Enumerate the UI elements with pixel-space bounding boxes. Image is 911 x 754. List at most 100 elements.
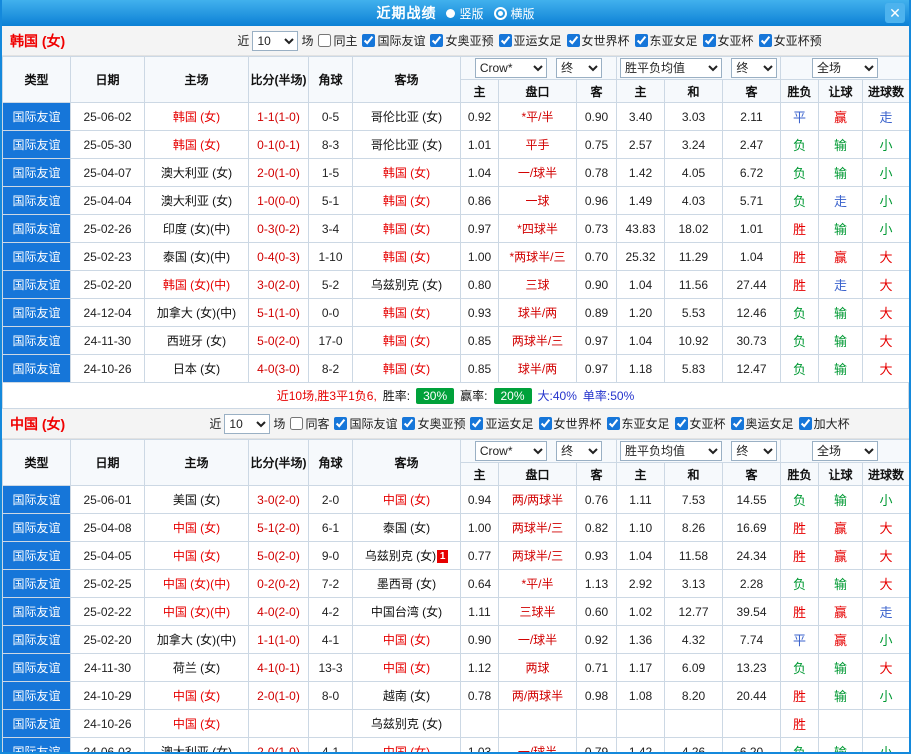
league-checkbox[interactable] xyxy=(538,417,552,430)
match-type-link[interactable]: 国际友谊 xyxy=(2,298,71,327)
league-checkbox[interactable] xyxy=(634,34,648,47)
league-label: 女亚杯预 xyxy=(773,34,822,48)
avg-odds-draw: 4.05 xyxy=(664,158,723,187)
match-type-link[interactable]: 国际友谊 xyxy=(2,681,71,710)
handicap-odds-home xyxy=(460,709,499,738)
scope-select[interactable]: 全场 xyxy=(812,441,878,461)
league-checkbox[interactable] xyxy=(402,417,416,430)
league-filter[interactable]: 女亚杯预 xyxy=(754,32,822,49)
close-button[interactable]: ✕ xyxy=(885,3,905,23)
handicap-odds-away: 0.60 xyxy=(576,597,617,626)
avg-odds-select[interactable]: 胜平负均值 xyxy=(620,441,722,461)
same-venue-checkbox[interactable] xyxy=(290,417,304,430)
avg-odds-away: 12.46 xyxy=(722,298,781,327)
match-type-link[interactable]: 国际友谊 xyxy=(2,242,71,271)
handicap-odds-away: 0.98 xyxy=(576,681,617,710)
match-count-select[interactable]: 10 xyxy=(224,413,271,434)
handicap-line: 两球半/三 xyxy=(498,541,577,570)
avg-time-select[interactable]: 终 xyxy=(731,441,778,461)
goals-outcome xyxy=(861,709,909,738)
spread-outcome: 输 xyxy=(818,653,863,682)
match-date: 25-02-23 xyxy=(70,242,145,271)
match-type-link[interactable]: 国际友谊 xyxy=(2,513,71,542)
scope-header: 全场 xyxy=(779,56,909,80)
match-type-link[interactable]: 国际友谊 xyxy=(2,541,71,570)
league-filter[interactable]: 东亚女足 xyxy=(630,32,698,49)
away-team: 墨西哥 (女) xyxy=(352,569,461,598)
handicap-odds-away: 0.70 xyxy=(576,242,617,271)
match-type-link[interactable]: 国际友谊 xyxy=(2,354,71,383)
col-date: 日期 xyxy=(70,439,145,486)
league-filter[interactable]: 国际友谊 xyxy=(329,415,397,432)
handicap-odds-home: 0.92 xyxy=(460,102,499,131)
handicap-odds-away: 1.13 xyxy=(576,569,617,598)
league-filter[interactable]: 东亚女足 xyxy=(602,415,670,432)
match-score: 4-0(2-0) xyxy=(248,597,309,626)
league-filter[interactable]: 女奥亚预 xyxy=(397,415,465,432)
china-matches-table: 类型 日期 主场 比分(半场) 角球 客场 Crow* 终 胜平负均值 终 全场 xyxy=(2,439,909,752)
match-type-link[interactable]: 国际友谊 xyxy=(2,186,71,215)
match-type-link[interactable]: 国际友谊 xyxy=(2,270,71,299)
league-filter[interactable]: 女世界杯 xyxy=(534,415,602,432)
league-label: 国际友谊 xyxy=(377,34,426,48)
match-row: 国际友谊 25-06-02 韩国 (女) 1-1(1-0) 0-5 哥伦比亚 (女) 0.9… xyxy=(2,102,909,131)
league-filter[interactable]: 亚运女足 xyxy=(465,415,534,432)
match-type-link[interactable]: 国际友谊 xyxy=(2,485,71,514)
goals-outcome: 大 xyxy=(861,513,909,542)
same-venue-filter[interactable]: 同客 xyxy=(285,415,329,432)
away-team: 韩国 (女) xyxy=(352,354,461,383)
home-team: 荷兰 (女) xyxy=(144,653,249,682)
league-checkbox[interactable] xyxy=(674,417,688,430)
league-checkbox[interactable] xyxy=(798,417,812,430)
match-type-link[interactable]: 国际友谊 xyxy=(2,158,71,187)
match-type-link[interactable]: 国际友谊 xyxy=(2,130,71,159)
handicap-odds-away: 0.97 xyxy=(576,326,617,355)
odds-source-select[interactable]: Crow* xyxy=(474,441,547,461)
handicap-line: 两球半/三 xyxy=(498,513,577,542)
league-label: 女亚杯 xyxy=(689,417,726,431)
league-checkbox[interactable] xyxy=(606,417,620,430)
scope-select[interactable]: 全场 xyxy=(812,58,878,78)
league-checkbox[interactable] xyxy=(758,34,772,47)
league-checkbox[interactable] xyxy=(566,34,580,47)
same-venue-filter[interactable]: 同主 xyxy=(313,32,357,49)
away-team: 中国 (女) xyxy=(352,485,461,514)
match-type-link[interactable]: 国际友谊 xyxy=(2,709,71,738)
league-checkbox[interactable] xyxy=(730,417,744,430)
match-type-link[interactable]: 国际友谊 xyxy=(2,625,71,654)
odds-time-select[interactable]: 终 xyxy=(556,441,603,461)
league-checkbox[interactable] xyxy=(334,417,348,430)
avg-time-select[interactable]: 终 xyxy=(731,58,778,78)
league-filter[interactable]: 国际友谊 xyxy=(357,32,425,49)
league-filter[interactable]: 加大杯 xyxy=(794,415,850,432)
league-filter[interactable]: 女世界杯 xyxy=(562,32,630,49)
league-filter[interactable]: 女亚杯 xyxy=(698,32,754,49)
same-venue-checkbox[interactable] xyxy=(318,34,332,47)
match-type-link[interactable]: 国际友谊 xyxy=(2,653,71,682)
league-checkbox[interactable] xyxy=(702,34,716,47)
league-filter[interactable]: 亚运女足 xyxy=(494,32,562,49)
match-type-link[interactable]: 国际友谊 xyxy=(2,102,71,131)
match-type-link[interactable]: 国际友谊 xyxy=(2,737,71,752)
league-checkbox[interactable] xyxy=(470,417,484,430)
league-filter[interactable]: 奥运女足 xyxy=(726,415,794,432)
layout-radio-horizontal[interactable]: 横版 xyxy=(493,5,535,22)
match-type-link[interactable]: 国际友谊 xyxy=(2,214,71,243)
layout-radio-vertical[interactable]: 竖版 xyxy=(446,5,484,22)
match-count-select[interactable]: 10 xyxy=(252,30,299,51)
avg-odds-select[interactable]: 胜平负均值 xyxy=(620,58,722,78)
handicap-odds-home: 1.04 xyxy=(460,158,499,187)
match-type-link[interactable]: 国际友谊 xyxy=(2,326,71,355)
handicap-odds-home: 0.77 xyxy=(460,541,499,570)
league-checkbox[interactable] xyxy=(430,34,444,47)
odds-time-select[interactable]: 终 xyxy=(556,58,603,78)
avg-odds-away: 2.28 xyxy=(722,569,781,598)
result-outcome: 胜 xyxy=(780,681,819,710)
league-checkbox[interactable] xyxy=(498,34,512,47)
match-type-link[interactable]: 国际友谊 xyxy=(2,597,71,626)
match-type-link[interactable]: 国际友谊 xyxy=(2,569,71,598)
odds-source-select[interactable]: Crow* xyxy=(474,58,547,78)
league-filter[interactable]: 女奥亚预 xyxy=(425,32,494,49)
league-checkbox[interactable] xyxy=(362,34,376,47)
league-filter[interactable]: 女亚杯 xyxy=(670,415,726,432)
